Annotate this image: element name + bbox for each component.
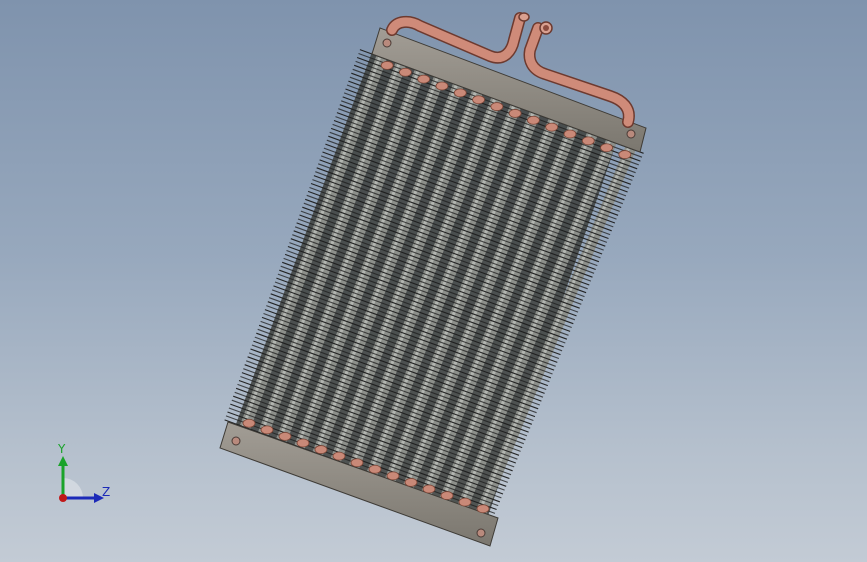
bottom-plate-bolt-hole-right xyxy=(476,528,486,538)
coordinate-triad: Y Z xyxy=(48,440,118,510)
y-axis-label: Y xyxy=(58,442,66,456)
tube-stub xyxy=(581,136,595,146)
tube-stub xyxy=(422,484,436,494)
tube-stub xyxy=(563,129,577,139)
tube-stub xyxy=(440,491,454,500)
tube-stub xyxy=(545,122,559,132)
tube-stub xyxy=(332,451,346,461)
graphics-viewport[interactable]: Y Z xyxy=(0,0,867,562)
top-plate-bolt-hole-right xyxy=(626,129,636,139)
tube-stub xyxy=(527,115,540,125)
tube-stub xyxy=(618,150,632,159)
tube-stub xyxy=(508,109,522,118)
tube-stub xyxy=(404,478,418,487)
tube-stub xyxy=(380,61,394,70)
tube-stub xyxy=(472,95,485,105)
heat-exchanger-model[interactable] xyxy=(0,0,867,562)
tube-stub xyxy=(453,88,467,98)
inlet-pipe-end xyxy=(518,12,530,22)
tube-stub xyxy=(242,418,256,428)
tube-stub xyxy=(278,432,292,441)
tube-stub xyxy=(368,464,382,474)
z-axis-label: Z xyxy=(102,485,111,499)
tube-stub xyxy=(260,425,274,435)
tube-stub xyxy=(490,102,504,111)
tube-stub xyxy=(314,445,328,454)
tube-stub xyxy=(296,438,310,448)
bottom-plate-bolt-hole-left xyxy=(231,436,241,446)
tube-stub xyxy=(350,458,364,468)
tube-stub xyxy=(458,497,472,507)
tube-stub xyxy=(417,74,431,84)
tube-stub xyxy=(435,81,449,91)
tube-stub xyxy=(399,67,412,77)
top-plate-bolt-hole-left xyxy=(382,38,392,48)
tube-stub xyxy=(476,504,490,514)
x-axis-dot xyxy=(59,494,67,502)
tube-stub xyxy=(600,143,613,153)
tube-stub xyxy=(386,471,400,481)
